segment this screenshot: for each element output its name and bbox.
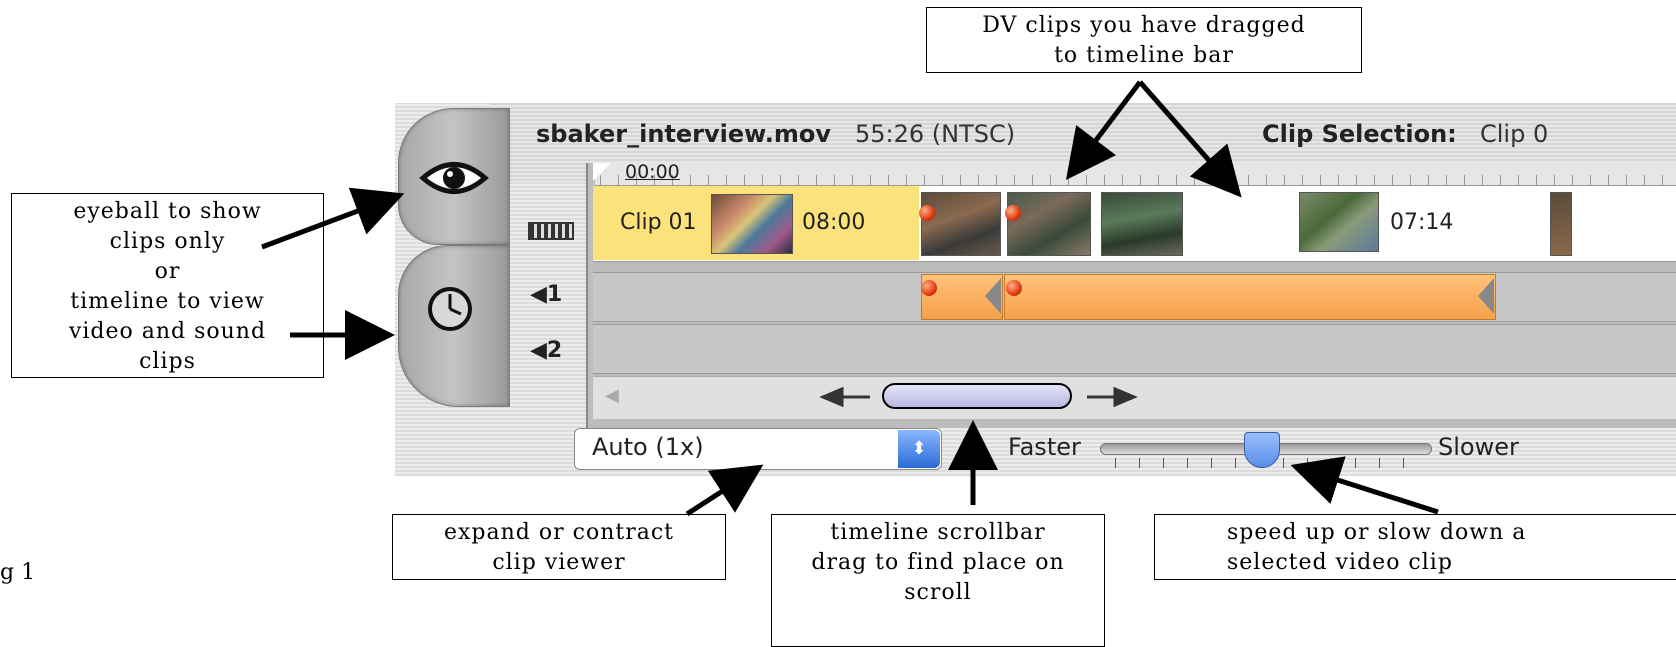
arrow — [685, 464, 764, 517]
arrow — [1138, 80, 1242, 198]
scroll-hint-arrowhead — [1113, 386, 1138, 408]
annotation-arrows — [261, 80, 1439, 517]
arrow — [261, 187, 405, 250]
scroll-hint-arrowhead — [819, 386, 844, 408]
arrow — [1290, 456, 1439, 515]
arrow — [1065, 80, 1142, 180]
